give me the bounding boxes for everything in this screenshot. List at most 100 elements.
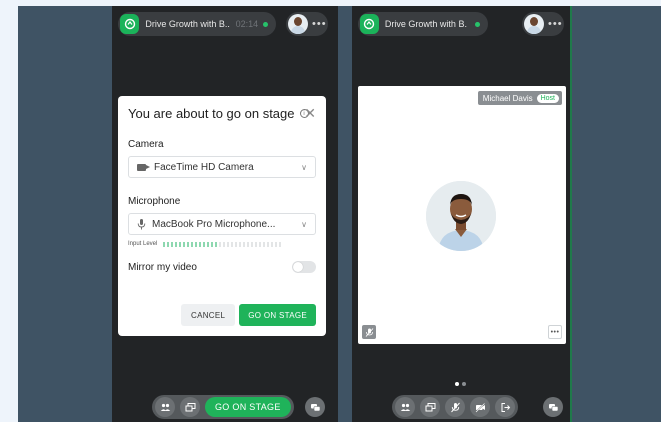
screen-share-button[interactable] [180, 397, 200, 417]
session-pill[interactable]: Drive Growth with B... 02:14 [118, 12, 276, 36]
level-bar [251, 241, 254, 247]
tile-more-button[interactable]: ••• [548, 325, 562, 339]
camera-value: FaceTime HD Camera [154, 161, 254, 173]
host-badge: Host [536, 93, 559, 103]
dialog-actions: CANCEL GO ON STAGE [181, 304, 316, 326]
level-bar [275, 241, 278, 247]
live-indicator [263, 21, 268, 27]
level-bar [195, 241, 198, 247]
page-indicator [455, 382, 466, 386]
level-bar [191, 241, 194, 247]
page-dot[interactable] [462, 382, 466, 386]
level-bar [267, 241, 270, 247]
chat-button[interactable] [305, 397, 325, 417]
more-icon: ••• [312, 18, 327, 30]
level-bar [179, 241, 182, 247]
mirror-toggle[interactable] [292, 261, 316, 273]
user-menu[interactable]: ••• [286, 12, 328, 36]
level-bar [207, 241, 210, 247]
bottom-toolbar: GO ON STAGE [152, 395, 294, 419]
level-bar [259, 241, 262, 247]
microphone-label: Microphone [128, 196, 181, 207]
level-bar [263, 241, 266, 247]
go-on-stage-toolbar-button[interactable]: GO ON STAGE [205, 397, 291, 417]
level-bar [255, 241, 258, 247]
level-bar [247, 241, 250, 247]
close-icon[interactable]: ✕ [304, 106, 316, 120]
level-bar [183, 241, 186, 247]
screen-share-icon [425, 402, 435, 411]
chat-icon [310, 403, 320, 411]
input-level: Input Level [128, 241, 316, 247]
microphone-value: MacBook Pro Microphone... [152, 218, 276, 230]
level-bar [239, 241, 242, 247]
level-bar [235, 241, 238, 247]
mirror-row: Mirror my video [128, 261, 316, 273]
screen-share-icon [185, 402, 195, 411]
level-bar [199, 241, 202, 247]
chat-button[interactable] [543, 397, 563, 417]
dialog-title: You are about to go on stage [128, 106, 295, 121]
session-title: Drive Growth with B... [384, 19, 468, 29]
user-menu[interactable]: ••• [522, 12, 564, 36]
go-on-stage-dialog: You are about to go on stage i ✕ Camera … [118, 96, 326, 336]
people-icon [160, 403, 170, 411]
chat-icon [548, 403, 558, 411]
level-bar [187, 241, 190, 247]
people-icon [400, 403, 410, 411]
session-timer: 02:14 [235, 19, 259, 29]
go-on-stage-button[interactable]: GO ON STAGE [239, 304, 316, 326]
app-logo-icon [120, 14, 140, 34]
level-bar [271, 241, 274, 247]
person-avatar-icon [426, 181, 496, 251]
leave-button[interactable] [495, 397, 515, 417]
cancel-button[interactable]: CANCEL [181, 304, 236, 326]
chevron-down-icon: ∨ [301, 162, 307, 172]
more-icon: ••• [548, 18, 563, 30]
session-title: Drive Growth with B... [145, 19, 230, 29]
chevron-down-icon: ∨ [301, 219, 307, 229]
level-bar [279, 241, 282, 247]
bottom-toolbar [392, 395, 518, 419]
microphone-icon [137, 218, 146, 229]
level-bar [227, 241, 230, 247]
dialog-title-row: You are about to go on stage i [128, 106, 316, 121]
mic-off-icon [450, 402, 460, 412]
muted-indicator [362, 325, 376, 339]
input-level-label: Input Level [128, 241, 158, 247]
microphone-select[interactable]: MacBook Pro Microphone... ∨ [128, 213, 316, 235]
level-bar [219, 241, 222, 247]
camera-off-icon [475, 402, 485, 412]
mirror-label: Mirror my video [128, 261, 197, 273]
session-pill[interactable]: Drive Growth with B... [358, 12, 488, 36]
people-button[interactable] [155, 397, 175, 417]
camera-icon [137, 163, 150, 171]
speaker-avatar [426, 181, 496, 251]
level-bar [215, 241, 218, 247]
video-tile: Michael Davis Host ••• [358, 86, 566, 344]
level-bar [203, 241, 206, 247]
phone-right: Drive Growth with B... ••• Michael Davis… [352, 6, 572, 422]
page-dot[interactable] [455, 382, 459, 386]
camera-select[interactable]: FaceTime HD Camera ∨ [128, 156, 316, 178]
leave-icon [501, 402, 510, 412]
live-indicator [475, 21, 480, 27]
camera-label: Camera [128, 139, 164, 150]
level-bar [167, 241, 170, 247]
level-bar [175, 241, 178, 247]
people-button[interactable] [395, 397, 415, 417]
phone-left: Drive Growth with B... 02:14 ••• You are… [112, 6, 338, 422]
avatar [288, 14, 308, 34]
mic-toggle-button[interactable] [445, 397, 465, 417]
avatar [524, 14, 544, 34]
app-logo-icon [360, 14, 379, 34]
speaker-name: Michael Davis [482, 93, 533, 103]
level-bar [243, 241, 246, 247]
level-bar [231, 241, 234, 247]
camera-toggle-button[interactable] [470, 397, 490, 417]
level-bar [163, 241, 166, 247]
input-level-meter [163, 241, 282, 247]
screen-share-button[interactable] [420, 397, 440, 417]
level-bar [171, 241, 174, 247]
level-bar [223, 241, 226, 247]
